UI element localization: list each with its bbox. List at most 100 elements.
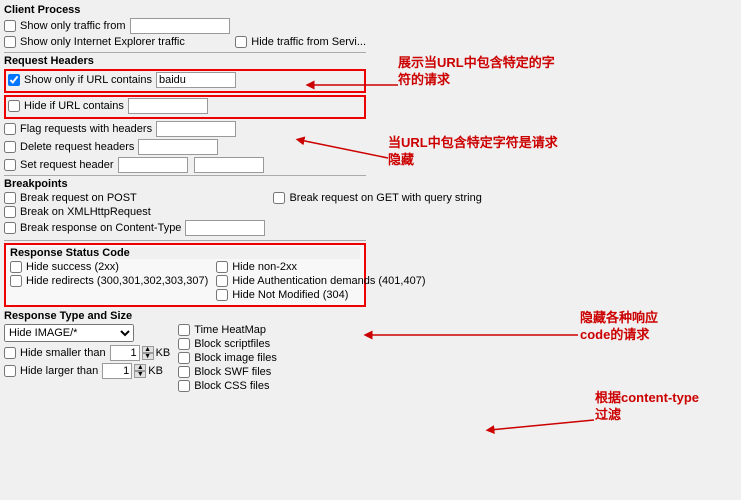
time-heatmap-checkbox[interactable] (178, 324, 190, 336)
break-xmlhttp-label: Break on XMLHttpRequest (20, 206, 151, 218)
show-only-url-row: Show only if URL contains (4, 69, 366, 93)
request-headers-section: Request Headers Show only if URL contain… (4, 55, 366, 173)
hide-if-url-input[interactable] (128, 98, 208, 114)
block-imagefiles-row: Block image files (178, 352, 366, 364)
hide-smaller-unit: KB (156, 347, 171, 359)
flag-requests-checkbox[interactable] (4, 123, 16, 135)
break-xmlhttp-row: Break on XMLHttpRequest (4, 206, 265, 218)
set-header-input1[interactable] (118, 157, 188, 173)
hide-redirects-label: Hide redirects (300,301,302,303,307) (26, 275, 208, 287)
block-imagefiles-label: Block image files (194, 352, 277, 364)
hide-larger-label: Hide larger than (20, 365, 98, 377)
main-panel: Client Process Show only traffic from Sh… (0, 0, 370, 398)
break-post-label: Break request on POST (20, 192, 137, 204)
time-heatmap-label: Time HeatMap (194, 324, 266, 336)
show-only-url-checkbox[interactable] (8, 74, 20, 86)
hide-larger-up[interactable]: ▲ (134, 364, 146, 371)
hide-redirects-checkbox[interactable] (10, 275, 22, 287)
hide-not-modified-label: Hide Not Modified (304) (232, 289, 348, 301)
response-type-dropdown[interactable]: Hide IMAGE/* Show IMAGE/* Show all (4, 324, 134, 342)
hide-auth-row: Hide Authentication demands (401,407) (216, 275, 425, 287)
block-scriptfiles-row: Block scriptfiles (178, 338, 366, 350)
hide-smaller-label: Hide smaller than (20, 347, 106, 359)
block-swf-row: Block SWF files (178, 366, 366, 378)
response-status-code-section: Response Status Code Hide success (2xx) … (4, 243, 366, 307)
hide-traffic-checkbox[interactable] (235, 36, 247, 48)
break-get-row: Break request on GET with query string (273, 192, 481, 204)
hide-non2xx-checkbox[interactable] (216, 261, 228, 273)
annotation-2: 当URL中包含特定字符是请求隐藏 (388, 135, 558, 169)
delete-headers-label: Delete request headers (20, 141, 134, 153)
hide-success-row: Hide success (2xx) (10, 261, 208, 273)
hide-smaller-checkbox[interactable] (4, 347, 16, 359)
block-scriptfiles-label: Block scriptfiles (194, 338, 270, 350)
block-imagefiles-checkbox[interactable] (178, 352, 190, 364)
break-post-row: Break request on POST (4, 192, 265, 204)
block-swf-checkbox[interactable] (178, 366, 190, 378)
hide-if-url-checkbox[interactable] (8, 100, 20, 112)
hide-success-label: Hide success (2xx) (26, 261, 119, 273)
break-response-row: Break response on Content-Type (4, 220, 265, 236)
break-response-input[interactable] (185, 220, 265, 236)
hide-larger-value[interactable] (102, 363, 132, 379)
time-heatmap-row: Time HeatMap (178, 324, 366, 336)
delete-headers-input[interactable] (138, 139, 218, 155)
show-ie-label: Show only Internet Explorer traffic (20, 36, 185, 48)
flag-requests-row: Flag requests with headers (4, 121, 366, 137)
block-css-checkbox[interactable] (178, 380, 190, 392)
block-scriptfiles-checkbox[interactable] (178, 338, 190, 350)
client-process-section: Client Process Show only traffic from Sh… (4, 4, 366, 50)
break-response-label: Break response on Content-Type (20, 222, 181, 234)
show-ie-traffic-row: Show only Internet Explorer traffic (4, 36, 185, 48)
hide-non2xx-row: Hide non-2xx (216, 261, 425, 273)
flag-requests-input[interactable] (156, 121, 236, 137)
hide-larger-spinner: ▲ ▼ KB (102, 363, 163, 379)
hide-smaller-value[interactable] (110, 345, 140, 361)
set-request-header-row: Set request header (4, 157, 366, 173)
hide-smaller-down[interactable]: ▼ (142, 353, 154, 360)
show-only-traffic-input[interactable] (130, 18, 230, 34)
hide-success-checkbox[interactable] (10, 261, 22, 273)
set-header-label: Set request header (20, 159, 114, 171)
show-only-traffic-checkbox[interactable] (4, 20, 16, 32)
hide-larger-row: Hide larger than ▲ ▼ KB (4, 363, 170, 379)
hide-smaller-row: Hide smaller than ▲ ▼ KB (4, 345, 170, 361)
hide-not-modified-row: Hide Not Modified (304) (216, 289, 425, 301)
hide-traffic-label: Hide traffic from Servi... (251, 36, 366, 48)
hide-smaller-spinner: ▲ ▼ KB (110, 345, 171, 361)
show-only-traffic-label: Show only traffic from (20, 20, 126, 32)
break-get-checkbox[interactable] (273, 192, 285, 204)
response-type-title: Response Type and Size (4, 310, 366, 322)
show-only-traffic-row: Show only traffic from (4, 18, 366, 34)
delete-headers-checkbox[interactable] (4, 141, 16, 153)
flag-requests-label: Flag requests with headers (20, 123, 152, 135)
breakpoints-title: Breakpoints (4, 178, 366, 190)
set-header-input2[interactable] (194, 157, 264, 173)
hide-larger-checkbox[interactable] (4, 365, 16, 377)
annotation-4: 根据content-type过滤 (595, 390, 699, 424)
break-post-checkbox[interactable] (4, 192, 16, 204)
set-header-checkbox[interactable] (4, 159, 16, 171)
show-ie-checkbox[interactable] (4, 36, 16, 48)
break-get-label: Break request on GET with query string (289, 192, 481, 204)
response-status-title: Response Status Code (10, 247, 360, 259)
hide-if-url-row: Hide if URL contains (4, 95, 366, 119)
hide-if-url-label: Hide if URL contains (24, 100, 124, 112)
hide-smaller-up[interactable]: ▲ (142, 346, 154, 353)
show-only-url-input[interactable] (156, 72, 236, 88)
request-headers-title: Request Headers (4, 55, 366, 67)
show-only-url-label: Show only if URL contains (24, 74, 152, 86)
delete-headers-row: Delete request headers (4, 139, 366, 155)
hide-traffic-row: Hide traffic from Servi... (235, 36, 366, 48)
hide-auth-checkbox[interactable] (216, 275, 228, 287)
breakpoints-section: Breakpoints Break request on POST Break … (4, 178, 366, 238)
response-type-section: Response Type and Size Hide IMAGE/* Show… (4, 310, 366, 394)
break-xmlhttp-checkbox[interactable] (4, 206, 16, 218)
annotation-3: 隐藏各种响应code的请求 (580, 310, 658, 344)
block-swf-label: Block SWF files (194, 366, 271, 378)
break-response-checkbox[interactable] (4, 222, 16, 234)
hide-not-modified-checkbox[interactable] (216, 289, 228, 301)
hide-non2xx-label: Hide non-2xx (232, 261, 297, 273)
annotation-1: 展示当URL中包含特定的字符的请求 (398, 55, 555, 89)
hide-larger-down[interactable]: ▼ (134, 371, 146, 378)
